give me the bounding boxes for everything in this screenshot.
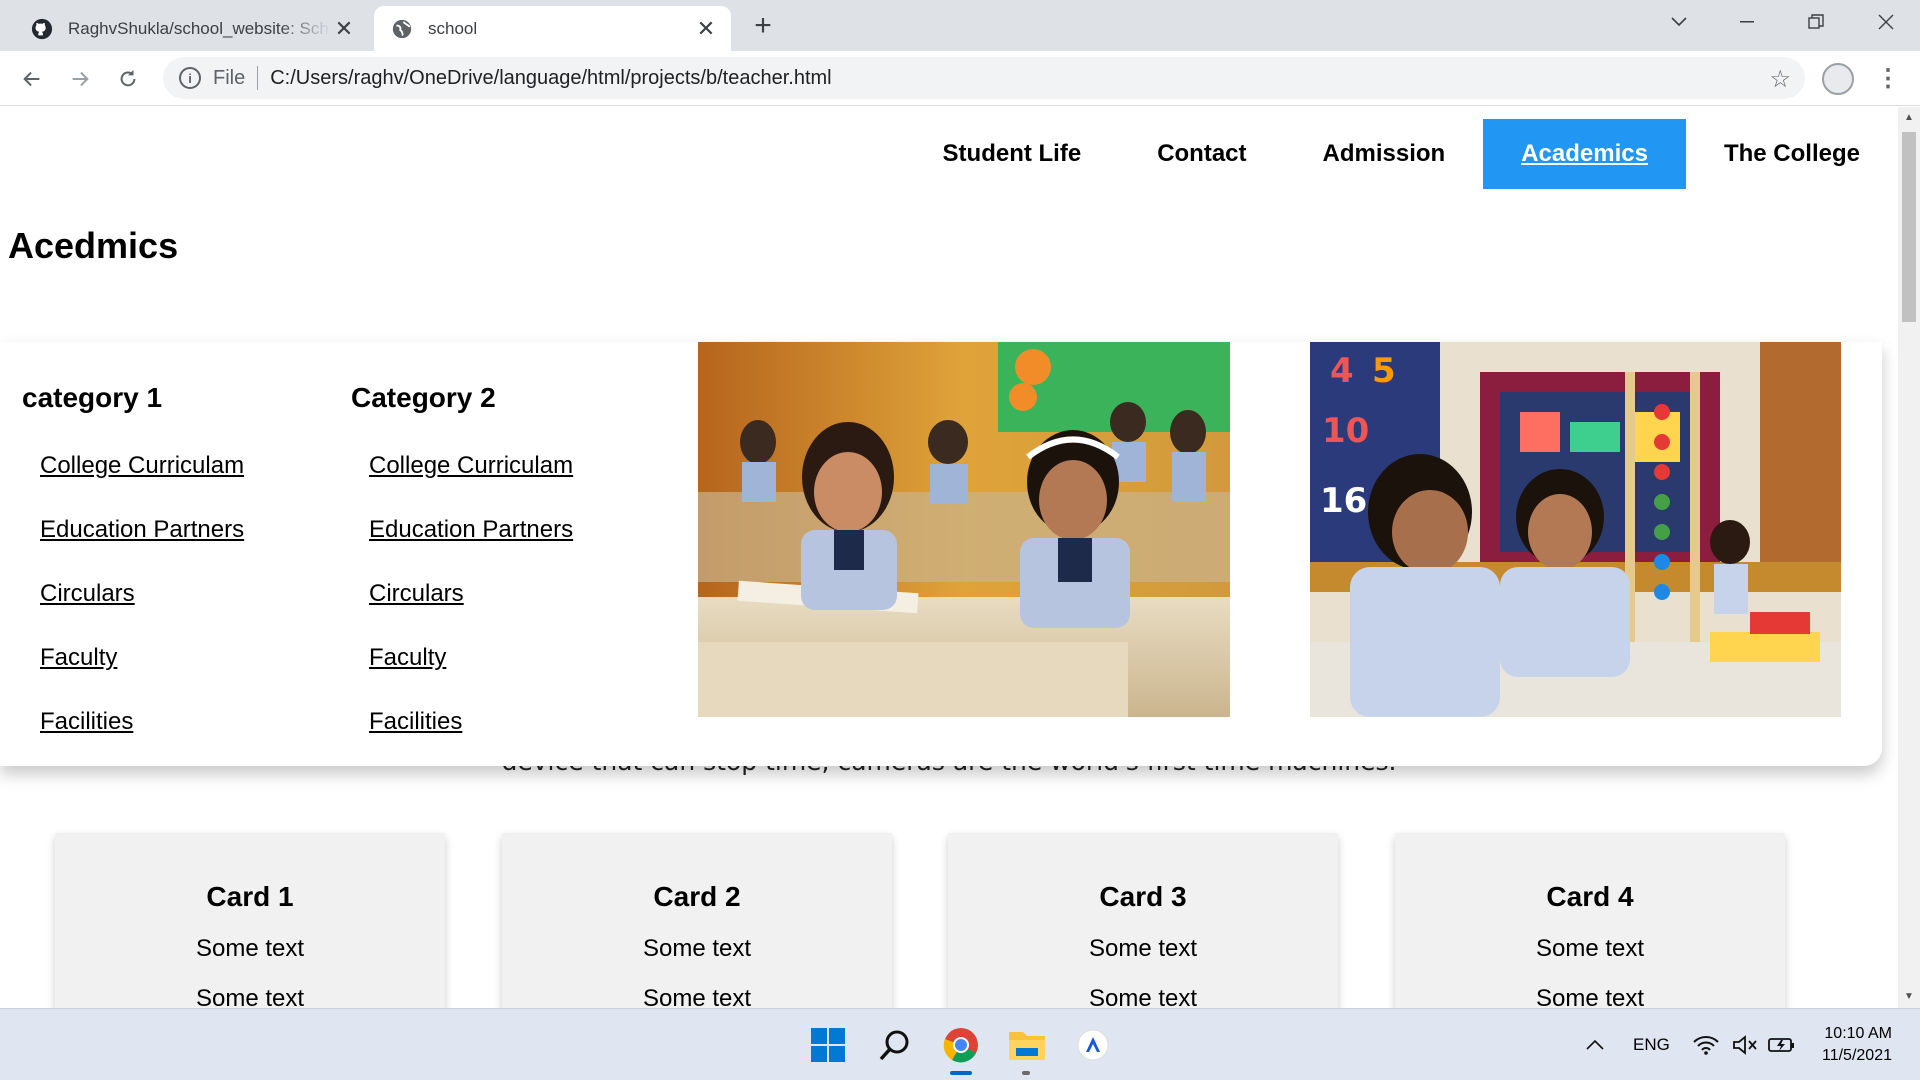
info-icon[interactable]: i	[179, 67, 201, 89]
tab-search-icon[interactable]	[1649, 0, 1709, 44]
page-title: Acedmics	[8, 225, 179, 266]
globe-icon	[390, 17, 414, 41]
tab-title: school	[428, 18, 478, 38]
svg-text:5: 5	[1372, 351, 1396, 391]
card-text: Some text	[1088, 935, 1198, 962]
link-education-partners[interactable]: Education Partners	[40, 516, 244, 543]
card-text: Some text	[642, 935, 752, 962]
nav-contact[interactable]: Contact	[1119, 119, 1284, 189]
tab-github[interactable]: RaghvShukla/school_website: Sch ✕	[12, 6, 369, 51]
column-heading: Category 2	[351, 382, 496, 413]
card-title: Card 4	[1546, 881, 1634, 912]
card: Card 2 Some text Some text	[502, 833, 892, 1008]
card-text: Some text	[195, 935, 305, 962]
column-heading: category 1	[22, 382, 163, 413]
link-circulars[interactable]: Circulars	[369, 580, 464, 607]
bookmark-star-icon[interactable]: ☆	[1769, 65, 1791, 94]
svg-text:4: 4	[1330, 351, 1354, 391]
reload-icon[interactable]	[110, 61, 146, 97]
browser-toolbar: i File C:/Users/raghv/OneDrive/language/…	[0, 51, 1920, 106]
card-title: Card 3	[1099, 881, 1187, 912]
explorer-running-indicator	[1022, 1071, 1030, 1075]
svg-text:16: 16	[1320, 481, 1367, 521]
tab-title: RaghvShukla/school_website: Sch	[68, 18, 329, 38]
nav-academics[interactable]: Academics	[1483, 119, 1686, 189]
address-divider	[257, 66, 259, 90]
forward-icon[interactable]	[62, 61, 98, 97]
file-explorer-icon[interactable]	[1007, 1025, 1047, 1065]
chrome-icon[interactable]	[941, 1025, 981, 1065]
windows-start-icon[interactable]	[808, 1025, 848, 1065]
card: Card 4 Some text Some text	[1395, 833, 1785, 1008]
back-icon[interactable]	[14, 61, 50, 97]
main-navigation: Student Life Contact Admission Academics…	[905, 119, 1898, 189]
browser-tab-strip: RaghvShukla/school_website: Sch ✕ school…	[0, 0, 1920, 51]
app-icon[interactable]	[1073, 1025, 1113, 1065]
link-faculty[interactable]: Faculty	[40, 644, 117, 671]
card-text: Some text	[1535, 985, 1645, 1008]
card-title: Card 1	[206, 881, 294, 912]
new-tab-button[interactable]: +	[746, 10, 780, 44]
battery-charging-icon[interactable]	[1768, 1009, 1796, 1081]
close-tab-icon[interactable]: ✕	[331, 16, 357, 42]
abacus-photo: 4 5 10 16	[1310, 342, 1841, 717]
link-college-curriculam[interactable]: College Curriculam	[40, 452, 244, 479]
clock-date: 11/5/2021	[1822, 1047, 1892, 1064]
volume-muted-icon[interactable]	[1732, 1009, 1758, 1081]
scroll-up-arrow-icon[interactable]: ▲	[1898, 109, 1920, 127]
page-viewport: Student Life Contact Admission Academics…	[0, 107, 1898, 1008]
card-title: Card 2	[653, 881, 741, 912]
search-icon[interactable]	[875, 1025, 915, 1065]
link-education-partners[interactable]: Education Partners	[369, 516, 573, 543]
link-facilities[interactable]: Facilities	[40, 708, 133, 735]
nav-admission[interactable]: Admission	[1285, 119, 1484, 189]
card: Card 1 Some text Some text	[55, 833, 445, 1008]
card: Card 3 Some text Some text	[948, 833, 1338, 1008]
classroom-photo	[698, 342, 1230, 717]
profile-avatar[interactable]	[1822, 63, 1854, 95]
scrollbar-thumb[interactable]	[1902, 132, 1916, 322]
browser-menu-icon[interactable]: ⋮	[1876, 61, 1900, 97]
link-college-curriculam[interactable]: College Curriculam	[369, 452, 573, 479]
restore-button[interactable]	[1786, 0, 1846, 44]
language-indicator[interactable]: ENG	[1633, 1009, 1670, 1081]
card-text: Some text	[1535, 935, 1645, 962]
clock-time: 10:10 AM	[1824, 1025, 1892, 1042]
link-facilities[interactable]: Facilities	[369, 708, 462, 735]
nav-student-life[interactable]: Student Life	[905, 119, 1120, 189]
windows-taskbar: ENG 10:10 AM 11/5/2021	[0, 1008, 1920, 1080]
svg-text:10: 10	[1322, 411, 1369, 451]
chrome-active-indicator	[950, 1071, 972, 1075]
close-tab-icon[interactable]: ✕	[693, 16, 719, 42]
address-url: C:/Users/raghv/OneDrive/language/html/pr…	[270, 66, 832, 89]
github-icon	[30, 17, 54, 41]
nav-the-college[interactable]: The College	[1686, 119, 1898, 189]
address-scheme: File	[213, 66, 246, 89]
minimize-button[interactable]	[1717, 0, 1777, 44]
link-faculty[interactable]: Faculty	[369, 644, 446, 671]
system-clock[interactable]: 10:10 AM 11/5/2021	[1822, 1023, 1892, 1067]
tab-school[interactable]: school ✕	[374, 6, 731, 51]
link-circulars[interactable]: Circulars	[40, 580, 135, 607]
wifi-icon[interactable]	[1693, 1009, 1719, 1081]
scroll-down-arrow-icon[interactable]: ▼	[1898, 988, 1920, 1006]
address-bar[interactable]: i File C:/Users/raghv/OneDrive/language/…	[163, 57, 1805, 99]
show-hidden-icons-icon[interactable]	[1585, 1009, 1605, 1081]
page-scrollbar[interactable]: ▲ ▼	[1898, 107, 1920, 1008]
card-text: Some text	[195, 985, 305, 1008]
card-text: Some text	[642, 985, 752, 1008]
card-text: Some text	[1088, 985, 1198, 1008]
close-window-button[interactable]	[1856, 0, 1916, 44]
academics-dropdown: category 1 College Curriculam Education …	[0, 342, 1882, 766]
